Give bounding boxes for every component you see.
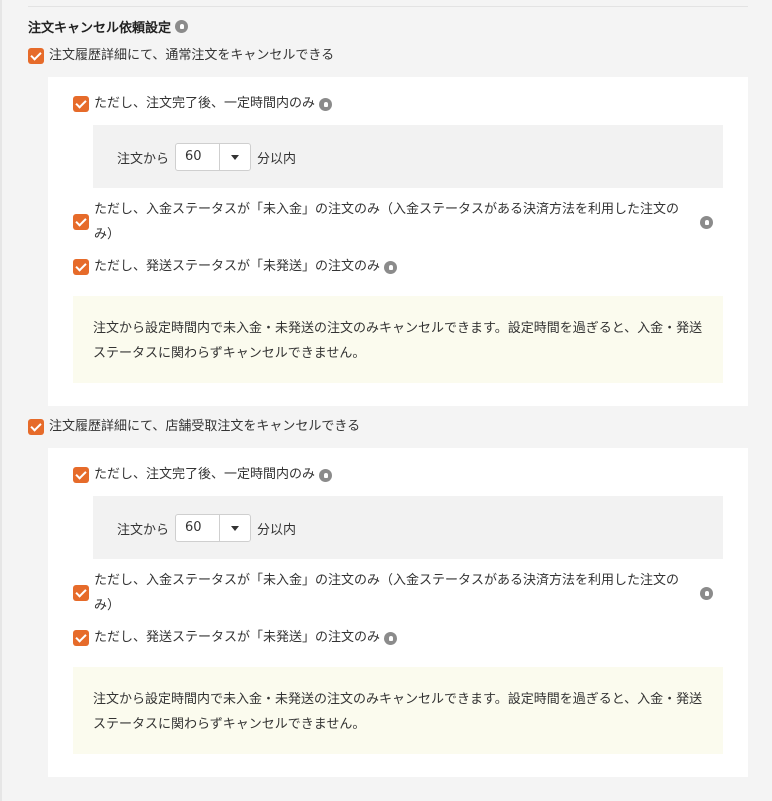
checkbox[interactable] (73, 467, 89, 483)
hint-icon[interactable] (319, 468, 333, 482)
checkbox[interactable] (73, 214, 89, 230)
hint-icon[interactable] (384, 631, 398, 645)
hint-icon[interactable] (700, 216, 713, 229)
hint-icon[interactable] (384, 260, 398, 274)
store-pickup-cancel-panel: ただし、注文完了後、一定時間内のみ 注文から 60 分以内 ただし、入金ステータ… (48, 448, 748, 777)
section-title: 注文キャンセル依頼設定 (28, 20, 172, 36)
time-select[interactable]: 60 (175, 143, 252, 171)
time-prefix: 注文から (117, 151, 170, 167)
unpaid-only-option[interactable]: ただし、入金ステータスが「未入金」の注文のみ（入金ステータスがある決済方法を利用… (73, 197, 713, 247)
hint-icon[interactable] (700, 587, 713, 600)
unpaid-only-option[interactable]: ただし、入金ステータスが「未入金」の注文のみ（入金ステータスがある決済方法を利用… (73, 568, 713, 618)
option-label: 注文履歴詳細にて、店舗受取注文をキャンセルできる (49, 419, 361, 434)
checkbox[interactable] (73, 585, 89, 601)
time-suffix: 分以内 (257, 151, 297, 167)
checkbox[interactable] (73, 96, 89, 112)
time-limit-option[interactable]: ただし、注文完了後、一定時間内のみ (73, 93, 333, 115)
store-pickup-cancel-option[interactable]: 注文履歴詳細にて、店舗受取注文をキャンセルできる (28, 416, 360, 438)
checkbox[interactable] (28, 419, 44, 435)
option-label: ただし、注文完了後、一定時間内のみ (94, 467, 316, 482)
option-label: ただし、入金ステータスが「未入金」の注文のみ（入金ステータスがある決済方法を利用… (94, 573, 680, 613)
checkbox[interactable] (28, 48, 44, 64)
caret-down-icon[interactable] (220, 144, 250, 170)
option-label: ただし、入金ステータスが「未入金」の注文のみ（入金ステータスがある決済方法を利用… (94, 202, 680, 242)
normal-order-cancel-panel: ただし、注文完了後、一定時間内のみ 注文から 60 分以内 ただし、入金ステータ… (48, 77, 748, 406)
option-label: 注文履歴詳細にて、通常注文をキャンセルできる (49, 48, 335, 63)
time-suffix: 分以内 (257, 522, 297, 538)
hint-icon[interactable] (175, 19, 189, 33)
time-limit-settings: 注文から 60 分以内 (93, 125, 723, 188)
time-select[interactable]: 60 (175, 514, 252, 542)
normal-order-cancel-option[interactable]: 注文履歴詳細にて、通常注文をキャンセルできる (28, 45, 334, 67)
checkbox[interactable] (73, 630, 89, 646)
info-note: 注文から設定時間内で未入金・未発送の注文のみキャンセルできます。設定時間を過ぎる… (73, 667, 723, 754)
settings-page: 注文キャンセル依頼設定 注文履歴詳細にて、通常注文をキャンセルできる ただし、注… (0, 0, 772, 801)
divider (28, 6, 748, 7)
unshipped-only-option[interactable]: ただし、発送ステータスが「未発送」の注文のみ (73, 627, 398, 649)
unshipped-only-option[interactable]: ただし、発送ステータスが「未発送」の注文のみ (73, 256, 398, 278)
caret-down-icon[interactable] (220, 515, 250, 541)
hint-icon[interactable] (319, 97, 333, 111)
info-note: 注文から設定時間内で未入金・未発送の注文のみキャンセルできます。設定時間を過ぎる… (73, 296, 723, 383)
checkbox[interactable] (73, 259, 89, 275)
time-limit-settings: 注文から 60 分以内 (93, 496, 723, 559)
time-select-value: 60 (176, 144, 221, 170)
time-select-value: 60 (176, 515, 221, 541)
section-header: 注文キャンセル依頼設定 (28, 17, 189, 36)
option-label: ただし、注文完了後、一定時間内のみ (94, 96, 316, 111)
option-label: ただし、発送ステータスが「未発送」の注文のみ (94, 259, 381, 274)
option-label: ただし、発送ステータスが「未発送」の注文のみ (94, 630, 381, 645)
time-prefix: 注文から (117, 522, 170, 538)
time-limit-option[interactable]: ただし、注文完了後、一定時間内のみ (73, 464, 333, 486)
